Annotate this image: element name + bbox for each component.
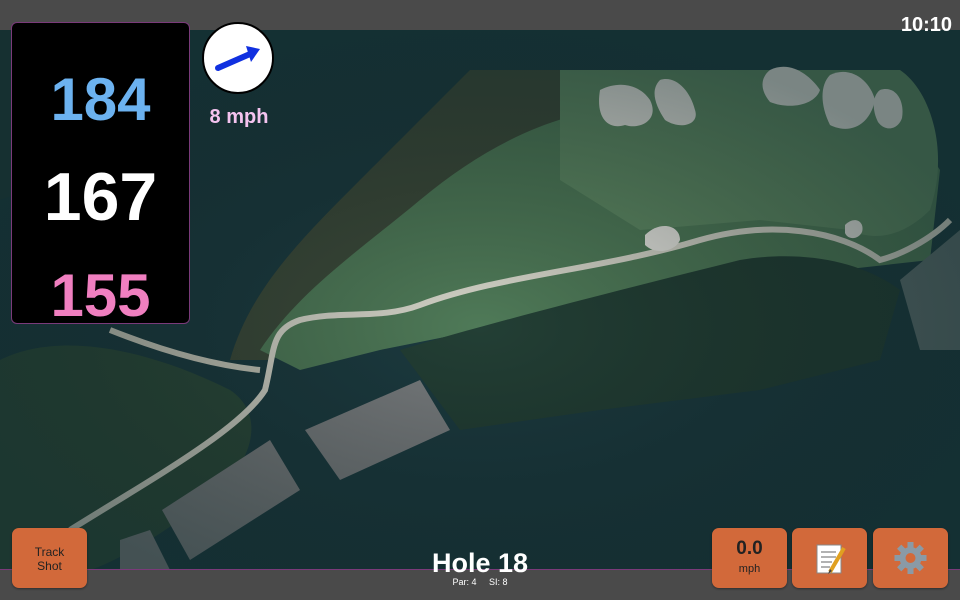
hole-meta: Par: 4 SI: 8 <box>400 577 560 587</box>
speed-unit: mph <box>738 563 761 575</box>
clock-time: 10:10 <box>900 14 952 36</box>
hole-stroke-index: SI: 8 <box>489 577 508 587</box>
distance-back: 184 <box>50 66 151 133</box>
notes-button[interactable] <box>792 528 867 588</box>
track-shot-label-line2: Shot <box>37 559 62 573</box>
wind-indicator <box>202 22 274 94</box>
distance-middle: 167 <box>43 159 158 235</box>
distance-front: 155 <box>50 262 151 329</box>
distance-panel: 184 167 155 <box>11 22 190 329</box>
wind-direction-arrow-icon <box>215 46 260 71</box>
track-shot-label-line1: Track <box>34 545 65 559</box>
wind-speed-label: 8 mph <box>209 106 269 128</box>
hole-title: Hole 18 <box>431 548 529 578</box>
speed-value: 0.0 <box>736 538 763 559</box>
notepad-icon <box>816 544 846 574</box>
hole-par: Par: 4 <box>452 577 477 587</box>
track-shot-button[interactable]: Track Shot <box>12 528 87 588</box>
gear-icon <box>894 542 927 574</box>
speed-button[interactable]: 0.0 mph <box>712 528 787 588</box>
settings-button[interactable] <box>873 528 948 588</box>
